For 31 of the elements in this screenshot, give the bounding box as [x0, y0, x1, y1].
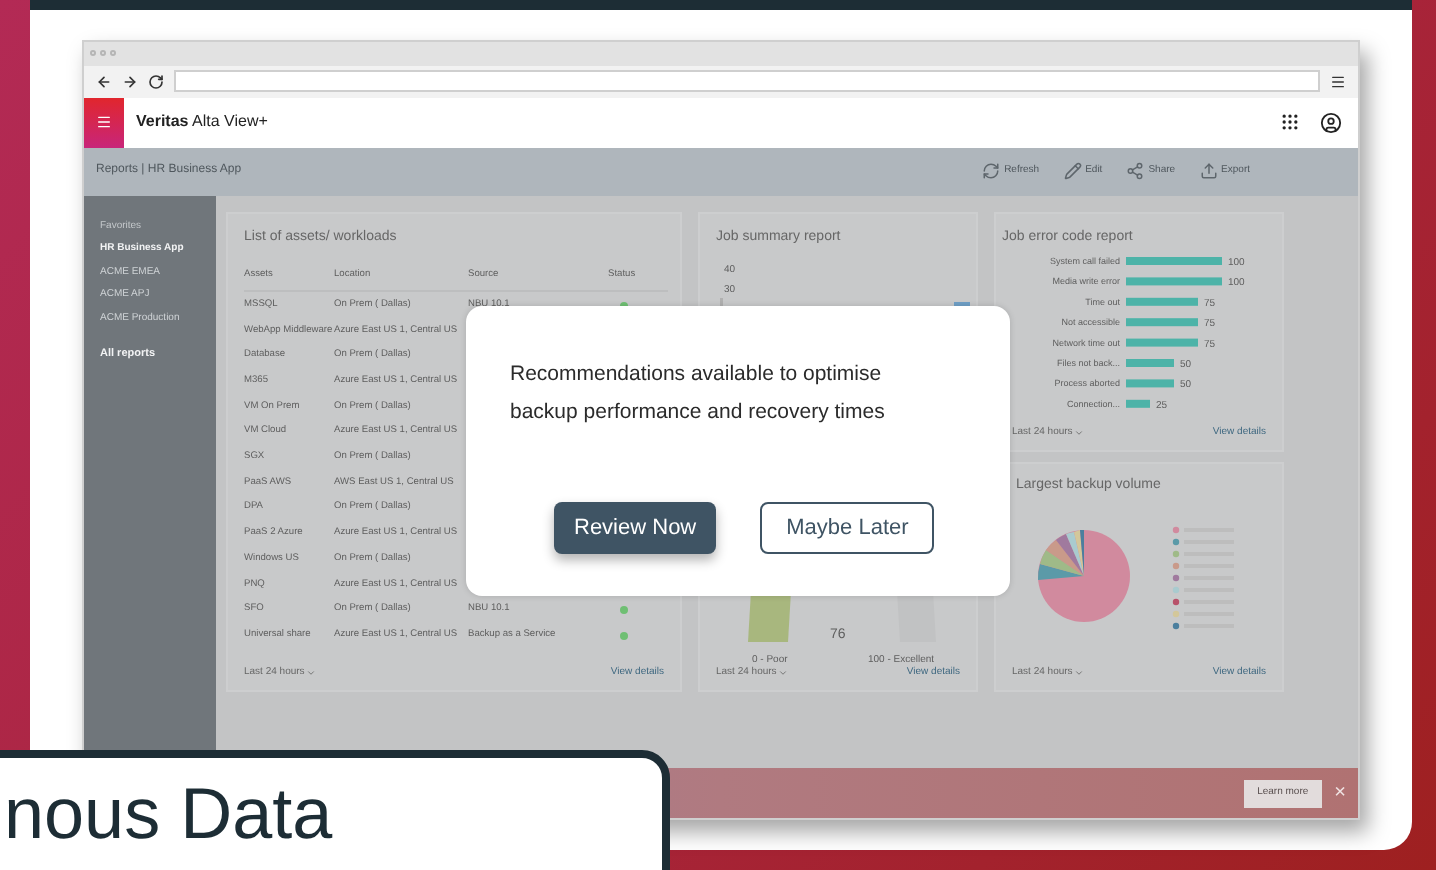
apps-grid-icon[interactable] — [1280, 112, 1300, 133]
export-icon — [1199, 162, 1218, 181]
bar — [1126, 257, 1222, 266]
bar — [1126, 379, 1174, 388]
bar — [1126, 298, 1198, 307]
reload-icon[interactable] — [148, 73, 164, 90]
forward-arrow-icon[interactable] — [122, 73, 138, 90]
bar — [1126, 400, 1150, 409]
bar — [1126, 318, 1198, 327]
app-menu-button[interactable] — [84, 97, 124, 148]
user-icon[interactable] — [1320, 111, 1342, 134]
back-arrow-icon[interactable] — [96, 73, 112, 90]
app-title: Veritas Alta View+ — [136, 110, 268, 135]
refresh-icon — [982, 162, 1001, 181]
chevron-icon — [306, 668, 317, 679]
chevron-icon — [1074, 668, 1085, 679]
callout-text: nous Data — [4, 772, 333, 854]
menu-icon — [96, 114, 112, 131]
maybe-later-button[interactable]: Maybe Later — [760, 502, 935, 554]
bar — [1126, 359, 1174, 368]
bar — [1126, 339, 1198, 348]
address-field[interactable] — [174, 70, 1320, 93]
share-icon — [1126, 162, 1145, 181]
review-now-button[interactable]: Review Now — [554, 502, 717, 554]
dialog-message: Recommendations available to optimise backup performance and recovery times — [510, 360, 887, 428]
bar — [1126, 277, 1222, 286]
chevron-icon — [778, 668, 789, 679]
edit-icon — [1063, 162, 1082, 181]
close-button[interactable]: × — [1334, 783, 1346, 804]
menu-icon[interactable] — [1330, 73, 1346, 90]
chevron-icon — [1074, 428, 1085, 439]
